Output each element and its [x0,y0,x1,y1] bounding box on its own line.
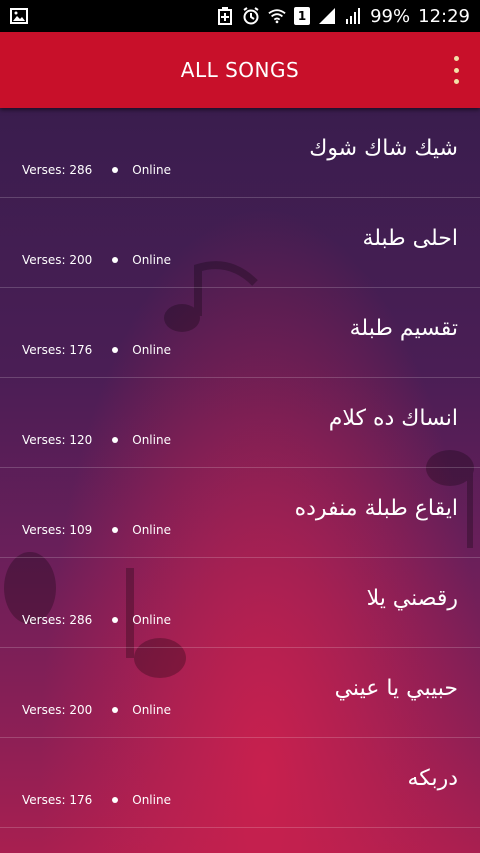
overflow-dot [453,79,459,84]
song-row[interactable]: رقصني يلا Verses: 286 Online [0,558,480,648]
song-title: رقصني يلا [366,586,458,611]
separator-dot-icon [112,257,119,263]
status-label: Online [132,253,171,267]
separator-dot-icon [112,797,119,803]
signal-icon-2 [344,7,362,25]
battery-percent: 99% [370,5,411,27]
status-label: Online [132,793,171,807]
sim-indicator: 1 [294,7,311,25]
verses-count: Verses: 286 [22,163,93,177]
song-row[interactable]: حبيبي يا عيني Verses: 200 Online [0,648,480,738]
separator-dot-icon [112,617,119,623]
song-row[interactable]: دربكه Verses: 176 Online [0,738,480,828]
song-meta: Verses: 176 Online [22,793,171,807]
status-label: Online [132,523,171,537]
verses-count: Verses: 109 [22,523,93,537]
status-bar: 1 99% 12:29 [0,0,480,32]
status-label: Online [132,433,171,447]
verses-count: Verses: 176 [22,343,93,357]
song-title: تقسيم طبلة [349,316,458,341]
status-label: Online [132,163,171,177]
clock: 12:29 [418,5,470,27]
image-notification-icon [10,7,28,25]
verses-count: Verses: 176 [22,793,93,807]
separator-dot-icon [112,527,119,533]
separator-dot-icon [112,437,119,443]
signal-icon [318,7,336,25]
verses-count: Verses: 200 [22,253,93,267]
verses-count: Verses: 120 [22,433,93,447]
verses-count: Verses: 200 [22,703,93,717]
song-meta: Verses: 176 Online [22,343,171,357]
separator-dot-icon [112,167,119,173]
wifi-icon [268,7,286,25]
song-meta: Verses: 200 Online [22,253,171,267]
song-meta: Verses: 109 Online [22,523,171,537]
separator-dot-icon [112,707,119,713]
separator-dot-icon [112,347,119,353]
song-row[interactable]: تقسيم طبلة Verses: 176 Online [0,288,480,378]
song-title: شيك شاك شوك [309,136,458,161]
song-meta: Verses: 200 Online [22,703,171,717]
song-title: ايقاع طبلة منفرده [294,496,458,521]
overflow-menu-button[interactable] [448,56,464,84]
song-list[interactable]: شيك شاك شوك Verses: 286 Online احلى طبلة Ver… [0,108,480,853]
verses-count: Verses: 286 [22,613,93,627]
status-label: Online [132,703,171,717]
page-title: ALL SONGS [180,58,300,82]
song-meta: Verses: 120 Online [22,433,171,447]
song-title: حبيبي يا عيني [334,676,458,701]
status-label: Online [132,613,171,627]
overflow-dot [453,67,459,73]
battery-saver-icon [216,7,234,25]
song-row[interactable]: شيك شاك شوك Verses: 286 Online [0,108,480,198]
song-row[interactable]: احلى طبلة Verses: 200 Online [0,198,480,288]
song-row[interactable]: انساك ده كلام Verses: 120 Online [0,378,480,468]
song-title: دربكه [407,766,459,791]
status-label: Online [132,343,171,357]
song-title: احلى طبلة [362,226,458,251]
alarm-icon [242,7,260,25]
overflow-dot [453,56,459,61]
song-meta: Verses: 286 Online [22,613,171,627]
song-meta: Verses: 286 Online [22,163,171,177]
song-title: انساك ده كلام [328,406,458,431]
song-row[interactable]: ايقاع طبلة منفرده Verses: 109 Online [0,468,480,558]
app-bar: ALL SONGS [0,32,480,108]
